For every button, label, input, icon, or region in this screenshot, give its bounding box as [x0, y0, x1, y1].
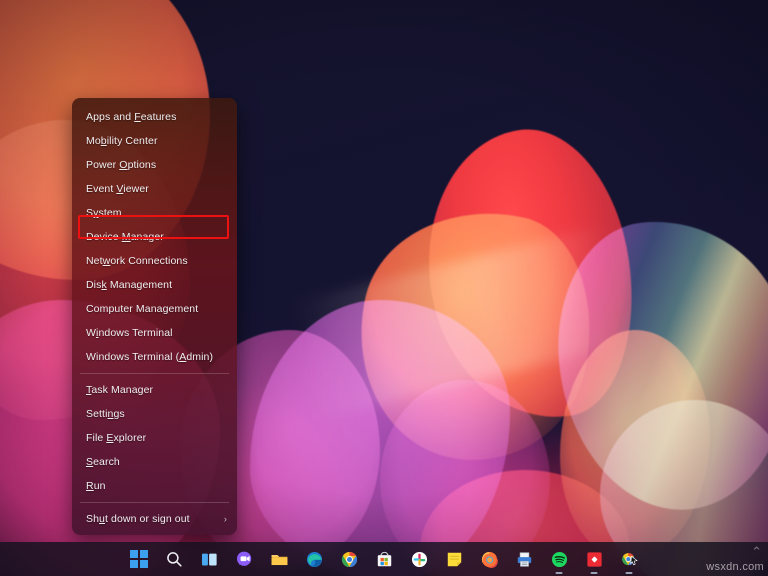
- menu-item-label: System: [86, 207, 122, 219]
- microsoft-edge-icon: [305, 550, 324, 569]
- menu-item-search[interactable]: Search: [72, 450, 237, 474]
- sticky-notes-icon: [445, 550, 464, 569]
- menu-item-task-manager[interactable]: Task Manager: [72, 378, 237, 402]
- menu-item-label: Disk Management: [86, 279, 173, 291]
- taskbar-button-red-app[interactable]: [581, 546, 607, 574]
- taskbar-button-chrome-cursor[interactable]: [616, 546, 642, 574]
- task-view-icon: [200, 550, 219, 569]
- taskbar-button-spotify[interactable]: [546, 546, 572, 574]
- printer-document-icon: [515, 550, 534, 569]
- red-diamond-app-icon: [585, 550, 604, 569]
- menu-item-computer-management[interactable]: Computer Management: [72, 297, 237, 321]
- menu-item-event-viewer[interactable]: Event Viewer: [72, 177, 237, 201]
- menu-item-label: Desktop: [86, 531, 227, 535]
- watermark-text: wsxdn.com: [706, 561, 764, 573]
- taskbar-button-firefox[interactable]: [476, 546, 502, 572]
- menu-item-device-manager[interactable]: Device Manager: [72, 225, 237, 249]
- taskbar-button-chat[interactable]: [231, 546, 257, 572]
- menu-item-file-explorer[interactable]: File Explorer: [72, 426, 237, 450]
- menu-item-label: Settings: [86, 408, 125, 420]
- firefox-icon: [480, 550, 499, 569]
- menu-item-label: File Explorer: [86, 432, 147, 444]
- chrome-cursor-icon: [620, 550, 639, 569]
- win-x-power-user-menu[interactable]: Apps and Features Mobility Center Power Op…: [72, 98, 237, 535]
- menu-item-mobility-center[interactable]: Mobility Center: [72, 129, 237, 153]
- menu-item-network-connections[interactable]: Network Connections: [72, 249, 237, 273]
- menu-item-settings[interactable]: Settings: [72, 402, 237, 426]
- microsoft-store-icon: [375, 550, 394, 569]
- menu-item-run[interactable]: Run: [72, 474, 237, 498]
- chat-teams-icon: [235, 550, 254, 569]
- menu-item-label: Windows Terminal (Admin): [86, 351, 214, 363]
- menu-item-label: Device Manager: [86, 231, 164, 243]
- context-menu-list: Apps and Features Mobility Center Power Op…: [72, 98, 237, 535]
- menu-item-windows-terminal-admin[interactable]: Windows Terminal (Admin): [72, 345, 237, 369]
- desktop-screen: Apps and Features Mobility Center Power Op…: [0, 0, 768, 576]
- menu-item-shut-down-or-sign-out[interactable]: Shut down or sign out ›: [72, 507, 237, 531]
- running-indicator: [555, 572, 563, 574]
- menu-item-label: Run: [86, 480, 106, 492]
- menu-item-apps-and-features[interactable]: Apps and Features: [72, 105, 237, 129]
- menu-separator: [80, 502, 229, 503]
- menu-item-label: Search: [86, 456, 120, 468]
- taskbar[interactable]: [0, 542, 768, 576]
- google-chrome-icon: [340, 550, 359, 569]
- menu-item-label: Network Connections: [86, 255, 188, 267]
- menu-item-label: Mobility Center: [86, 135, 158, 147]
- menu-item-desktop[interactable]: Desktop: [72, 531, 237, 535]
- menu-item-system[interactable]: System: [72, 201, 237, 225]
- search-icon: [165, 550, 184, 569]
- windows-start-icon: [130, 550, 148, 568]
- taskbar-icon-strip: [0, 542, 768, 576]
- taskbar-button-file-explorer[interactable]: [266, 546, 292, 572]
- taskbar-button-chrome[interactable]: [336, 546, 362, 572]
- slack-icon: [410, 550, 429, 569]
- menu-item-label: Shut down or sign out: [86, 513, 190, 525]
- menu-item-label: Event Viewer: [86, 183, 149, 195]
- menu-item-label: Power Options: [86, 159, 157, 171]
- watermark-mark: ⌃: [751, 544, 762, 559]
- menu-separator: [80, 373, 229, 374]
- taskbar-button-edge[interactable]: [301, 546, 327, 572]
- taskbar-button-start[interactable]: [126, 546, 152, 572]
- running-indicator: [625, 572, 633, 574]
- file-explorer-icon: [270, 550, 289, 569]
- menu-item-label: Task Manager: [86, 384, 154, 396]
- menu-item-power-options[interactable]: Power Options: [72, 153, 237, 177]
- menu-item-label: Apps and Features: [86, 111, 177, 123]
- taskbar-button-slack[interactable]: [406, 546, 432, 572]
- taskbar-button-store[interactable]: [371, 546, 397, 572]
- menu-item-disk-management[interactable]: Disk Management: [72, 273, 237, 297]
- taskbar-button-task-view[interactable]: [196, 546, 222, 572]
- running-indicator: [590, 572, 598, 574]
- taskbar-button-printer-app[interactable]: [511, 546, 537, 572]
- menu-item-label: Computer Management: [86, 303, 199, 315]
- spotify-icon: [550, 550, 569, 569]
- taskbar-button-sticky-notes[interactable]: [441, 546, 467, 572]
- taskbar-button-search[interactable]: [161, 546, 187, 572]
- menu-item-label: Windows Terminal: [86, 327, 173, 339]
- menu-item-windows-terminal[interactable]: Windows Terminal: [72, 321, 237, 345]
- chevron-right-icon: ›: [223, 514, 227, 524]
